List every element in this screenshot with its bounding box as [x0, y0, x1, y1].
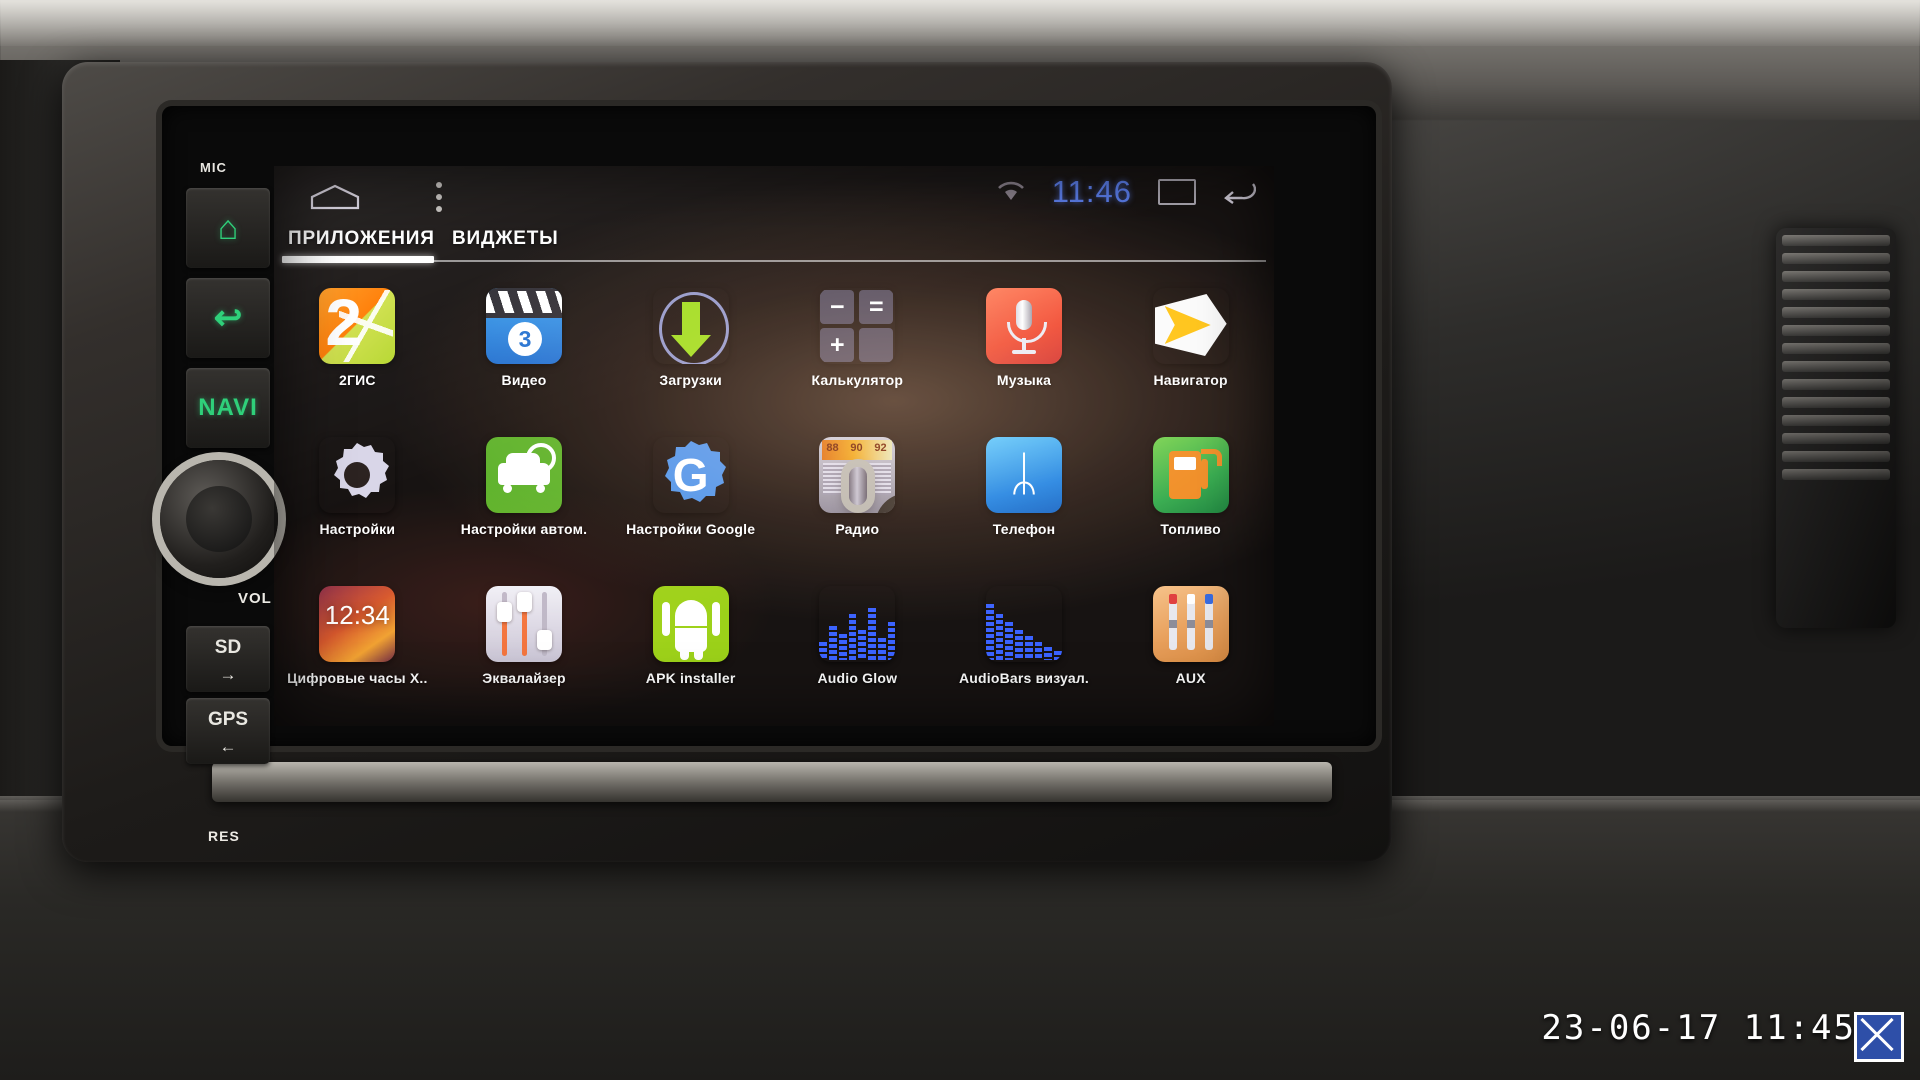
app-item-digital-clock[interactable]: 12:34 Цифровые часы Х.. [274, 576, 441, 725]
tab-bar: ПРИЛОЖЕНИЯ ВИДЖЕТЫ [274, 224, 1274, 270]
hardware-button-column: MIC ⌂ ↩ NAVI VOL SD → GPS ← RES [160, 160, 278, 844]
calculator-icon: − = + [819, 288, 895, 364]
app-label: Музыка [996, 372, 1052, 388]
app-grid: 2 2ГИС 3 Видео Загрузки − = + Калькулято… [274, 278, 1274, 726]
settings-icon [319, 437, 395, 513]
app-label: Радио [835, 521, 880, 537]
bluetooth-phone-icon: ᛦ [985, 437, 1062, 513]
navi-button[interactable]: NAVI [186, 368, 270, 448]
app-label: Видео [501, 372, 547, 388]
air-vent [1776, 228, 1896, 628]
google-settings-icon: G [653, 437, 729, 513]
recents-icon[interactable] [1158, 179, 1196, 205]
app-item-calculator[interactable]: − = + Калькулятор [774, 278, 941, 427]
app-item-navigator[interactable]: Навигатор [1107, 278, 1274, 427]
app-label: 2ГИС [338, 372, 376, 388]
unit-bottom-trim [212, 762, 1332, 802]
vol-label: VOL [238, 590, 272, 607]
app-label: Калькулятор [811, 372, 904, 388]
dashboard-highlight [0, 0, 1920, 46]
tab-widgets[interactable]: ВИДЖЕТЫ [452, 228, 559, 250]
app-item-equalizer[interactable]: Эквалайзер [441, 576, 608, 725]
app-item-audio-glow[interactable]: Audio Glow [774, 576, 941, 725]
app-label: Цифровые часы Х.. [287, 670, 428, 686]
app-item-video[interactable]: 3 Видео [441, 278, 608, 427]
app-item-fuel[interactable]: Топливо [1107, 427, 1274, 576]
back-button[interactable]: ↩ [186, 278, 270, 358]
screenshot-root: MIC ⌂ ↩ NAVI VOL SD → GPS ← RES 11:46 ПР… [0, 0, 1920, 1080]
video-icon: 3 [485, 288, 562, 364]
app-item-google-settings[interactable]: G Настройки Google [607, 427, 774, 576]
app-label: Эквалайзер [482, 670, 566, 686]
res-label: RES [208, 828, 240, 844]
app-item-apk-installer[interactable]: APK installer [607, 576, 774, 725]
app-item-car-settings[interactable]: Настройки автом. [441, 427, 608, 576]
audiobars-icon [985, 586, 1062, 662]
back-icon[interactable] [1222, 180, 1256, 204]
app-label: Загрузки [659, 372, 722, 388]
music-icon [985, 288, 1062, 364]
gps-label: GPS [207, 709, 249, 730]
camera-timestamp-badge [1854, 1012, 1904, 1062]
app-label: Настройки [319, 521, 396, 537]
radio-icon: 88 90 92 [819, 437, 896, 513]
aux-icon [1152, 586, 1229, 662]
gps-button[interactable]: GPS ← [186, 698, 270, 764]
app-item-music[interactable]: Музыка [941, 278, 1108, 427]
app-label: Audio Glow [817, 670, 898, 686]
head-unit-bezel: MIC ⌂ ↩ NAVI VOL SD → GPS ← RES 11:46 ПР… [62, 62, 1392, 862]
digital-clock-icon: 12:34 [319, 586, 396, 662]
app-label: Настройки Google [626, 521, 756, 537]
app-item-downloads[interactable]: Загрузки [607, 278, 774, 427]
app-label: Настройки автом. [460, 521, 588, 537]
apk-installer-icon [652, 586, 729, 662]
app-label: AUX [1175, 670, 1206, 686]
tab-applications[interactable]: ПРИЛОЖЕНИЯ [288, 228, 435, 250]
car-settings-icon [485, 437, 562, 513]
gps-arrow-icon: ← [219, 737, 237, 756]
overflow-menu-icon[interactable] [436, 182, 442, 218]
2gis-icon: 2 [319, 288, 396, 364]
navigator-icon [1153, 288, 1229, 364]
app-label: Топливо [1160, 521, 1221, 537]
status-bar-clock: 11:46 [1051, 174, 1132, 209]
app-item-phone[interactable]: ᛦ Телефон [941, 427, 1108, 576]
tab-active-indicator [282, 256, 434, 263]
camera-timestamp: 23-06-17 11:45 [1541, 1008, 1856, 1048]
app-item-2gis[interactable]: 2 2ГИС [274, 278, 441, 427]
app-item-radio[interactable]: 88 90 92 Радио [774, 427, 941, 576]
navi-label: NAVI [198, 394, 258, 421]
status-bar-right: 11:46 [996, 174, 1256, 210]
app-label: Навигатор [1153, 372, 1228, 388]
equalizer-icon [485, 586, 562, 662]
status-bar: 11:46 [274, 166, 1274, 232]
downloads-icon [653, 288, 729, 364]
sd-button[interactable]: SD → [186, 626, 270, 692]
volume-knob[interactable] [160, 460, 278, 578]
home-button[interactable]: ⌂ [186, 188, 270, 268]
back-icon: ↩ [213, 299, 243, 337]
mic-label: MIC [200, 160, 227, 175]
sd-arrow-icon: → [219, 665, 237, 684]
sd-label: SD [214, 637, 242, 658]
fuel-icon [1152, 437, 1229, 513]
app-label: AudioBars визуал. [958, 670, 1090, 686]
app-item-aux[interactable]: AUX [1107, 576, 1274, 725]
home-icon: ⌂ [217, 209, 239, 247]
app-label: Телефон [992, 521, 1056, 537]
home-icon[interactable] [310, 184, 360, 210]
app-label: APK installer [645, 670, 736, 686]
app-item-audiobars[interactable]: AudioBars визуал. [941, 576, 1108, 725]
wifi-icon [997, 181, 1024, 200]
android-screen[interactable]: 11:46 ПРИЛОЖЕНИЯ ВИДЖЕТЫ 2 2ГИС 3 Видео … [274, 166, 1274, 726]
audio-glow-icon [819, 586, 896, 662]
app-item-settings[interactable]: Настройки [274, 427, 441, 576]
